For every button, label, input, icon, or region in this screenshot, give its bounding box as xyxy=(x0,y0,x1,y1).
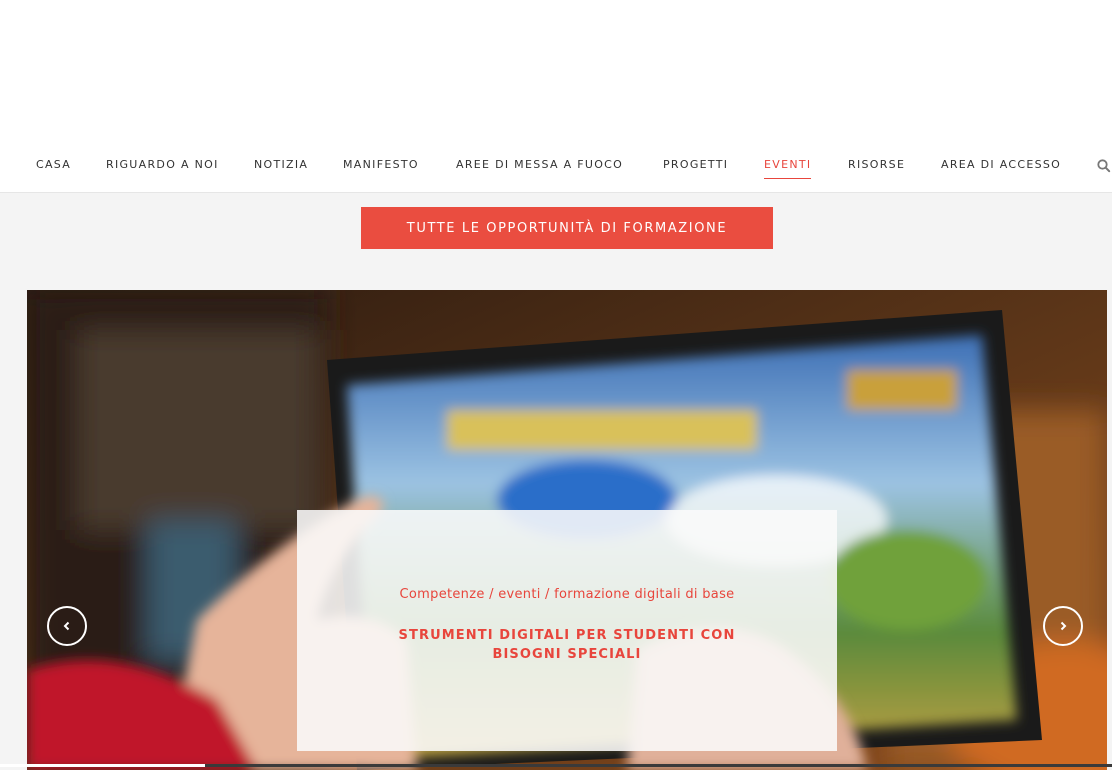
nav-item-area-di-accesso[interactable]: AREA DI ACCESSO xyxy=(941,158,1061,171)
nav-item-riguardo-a-noi[interactable]: RIGUARDO A NOI xyxy=(106,158,219,171)
all-training-opportunities-button[interactable]: TUTTE LE OPPORTUNITÀ DI FORMAZIONE xyxy=(361,207,773,249)
nav-item-risorse[interactable]: RISORSE xyxy=(848,158,905,171)
nav-item-manifesto[interactable]: MANIFESTO xyxy=(343,158,419,171)
slide-caption[interactable]: Competenze / eventi / formazione digital… xyxy=(297,510,837,751)
search-icon[interactable] xyxy=(1096,158,1112,174)
nav-item-notizia[interactable]: NOTIZIA xyxy=(254,158,308,171)
slide-title[interactable]: STRUMENTI DIGITALI PER STUDENTI CON BISO… xyxy=(387,626,747,664)
slider-prev-button[interactable] xyxy=(47,606,87,646)
slide-category[interactable]: Competenze / eventi / formazione digital… xyxy=(387,585,747,605)
main-navigation: CASA RIGUARDO A NOI NOTIZIA MANIFESTO AR… xyxy=(0,158,1112,179)
site-header: CASA RIGUARDO A NOI NOTIZIA MANIFESTO AR… xyxy=(0,0,1112,193)
nav-item-eventi[interactable]: EVENTI xyxy=(764,158,812,179)
slider-progress-bar xyxy=(0,764,1112,767)
chevron-left-icon xyxy=(63,621,70,631)
slider-next-button[interactable] xyxy=(1043,606,1083,646)
nav-item-casa[interactable]: CASA xyxy=(36,158,71,171)
events-slider: Competenze / eventi / formazione digital… xyxy=(27,290,1107,770)
nav-item-aree-di-messa-a-fuoco[interactable]: AREE DI MESSA A FUOCO xyxy=(456,158,623,171)
chevron-right-icon xyxy=(1060,621,1067,631)
nav-item-progetti[interactable]: PROGETTI xyxy=(663,158,728,171)
